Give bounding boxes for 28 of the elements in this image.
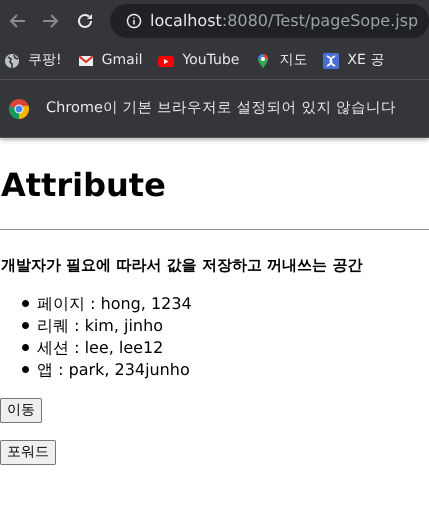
info-icon[interactable] [126, 13, 142, 29]
infobar-message: Chrome이 기본 브라우저로 설정되어 있지 않습니다 [46, 98, 396, 118]
reload-icon[interactable] [76, 12, 94, 30]
forward-icon[interactable] [42, 13, 60, 29]
bookmark[interactable]: Gmail [78, 50, 142, 71]
list-item: 리퀘 : kim, jinho [37, 314, 163, 337]
bullet-icon [22, 344, 29, 352]
globe-icon [4, 52, 20, 68]
app-icon [323, 52, 340, 68]
bookmark[interactable]: 쿠팡! [4, 50, 62, 71]
chrome-logo-icon [8, 98, 30, 120]
subtitle: 개발자가 필요에 따라서 값을 저장하고 꺼내쓰는 공간 [1, 255, 364, 276]
list-item: 페이지 : hong, 1234 [37, 292, 192, 315]
bullet-icon [22, 300, 29, 308]
bullet-icon [22, 322, 29, 330]
page-heading: Attribute [1, 166, 167, 204]
back-icon[interactable] [8, 13, 26, 29]
page-button[interactable]: 이동 [0, 398, 42, 423]
bullet-icon [22, 366, 29, 374]
bookmark[interactable]: XE 공 [323, 50, 384, 71]
list-item: 앱 : park, 234junho [37, 358, 190, 381]
url-text: localhost:8080/Test/pageSope.jsp [150, 10, 418, 32]
list-item: 세션 : lee, lee12 [37, 336, 164, 359]
page-button[interactable]: 포워드 [0, 440, 56, 465]
bookmark[interactable]: 지도 [255, 50, 308, 71]
bookmark[interactable]: YouTube [158, 50, 240, 71]
address-bar[interactable]: localhost:8080/Test/pageSope.jsp [110, 4, 429, 38]
mail-icon [78, 52, 94, 68]
